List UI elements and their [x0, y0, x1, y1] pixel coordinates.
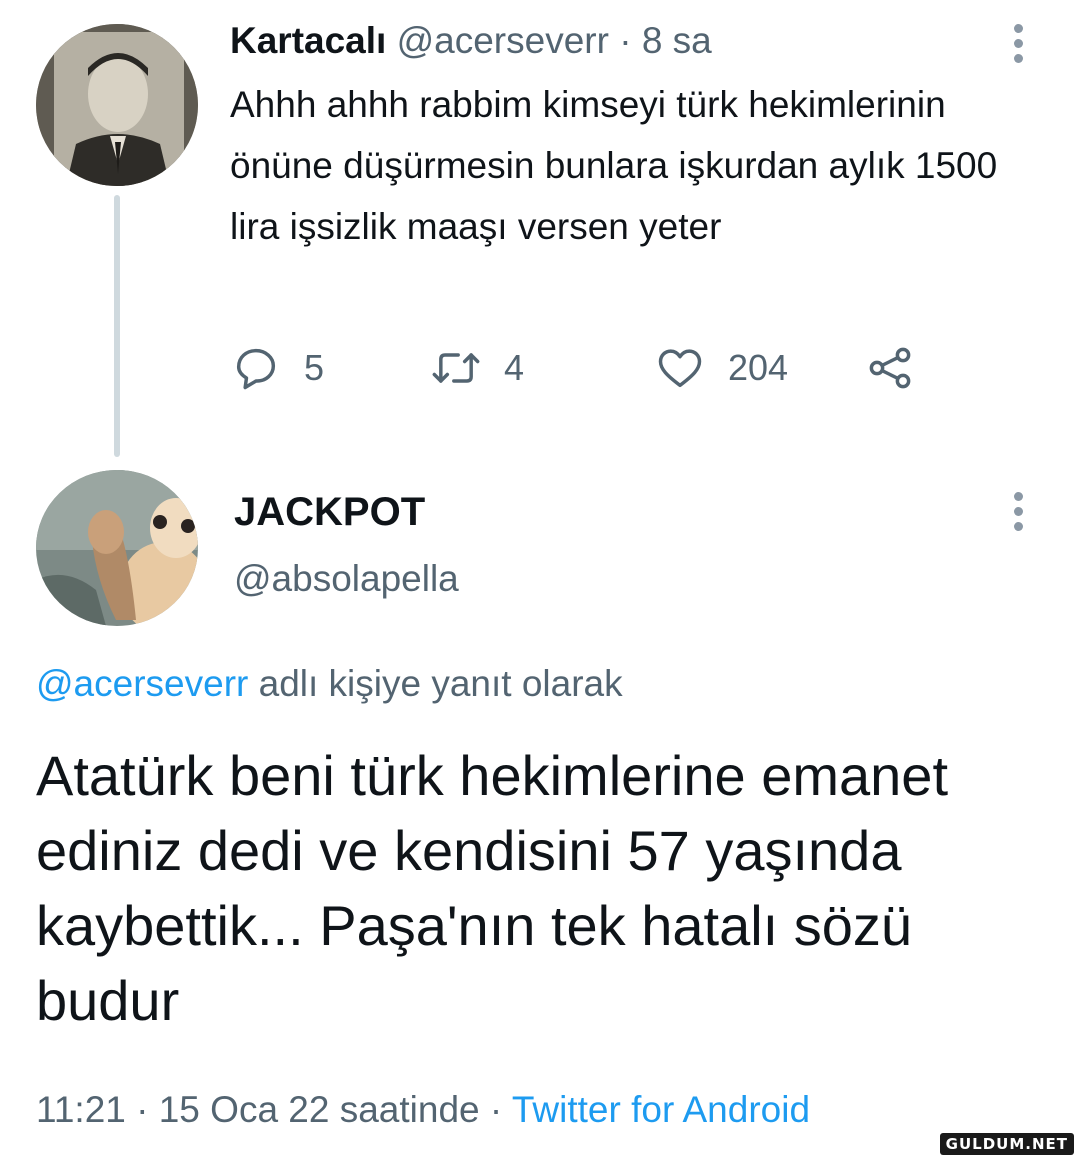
site-watermark: GULDUM.NET — [939, 1133, 1074, 1155]
header-separator: · — [619, 20, 632, 61]
retweet-count: 4 — [504, 347, 525, 388]
like-button[interactable]: 204 — [654, 340, 788, 396]
parent-tweet-header: Kartacalı @acerseverr · 8 sa — [230, 18, 712, 64]
parent-tweet-actions: 5 4 204 — [230, 340, 930, 396]
main-more-options-icon[interactable] — [1014, 492, 1026, 537]
main-tweet-text: Atatürk beni türk hekimlerine emanet edi… — [36, 744, 948, 1032]
main-author-avatar[interactable] — [36, 470, 198, 626]
reply-to-suffix: adlı kişiye yanıt olarak — [248, 663, 623, 704]
parent-author-avatar[interactable] — [36, 24, 198, 186]
parent-tweet-time[interactable]: 8 sa — [642, 20, 712, 61]
parent-author-name[interactable]: Kartacalı — [230, 20, 386, 61]
like-count: 204 — [728, 347, 789, 388]
reply-button[interactable]: 5 — [230, 340, 324, 396]
share-icon — [869, 347, 911, 389]
parent-tweet-text: Ahhh ahhh rabbim kimseyi türk hekimlerin… — [230, 84, 998, 247]
like-icon — [658, 349, 702, 388]
reply-to-handle-link[interactable]: @acerseverr — [36, 663, 248, 704]
parent-more-options-icon[interactable] — [1014, 24, 1026, 69]
tweet-source-link[interactable]: Twitter for Android — [512, 1089, 810, 1130]
replying-to-line: @acerseverr adlı kişiye yanıt olarak — [36, 660, 623, 708]
retweet-icon — [432, 353, 480, 383]
reply-count: 5 — [304, 347, 325, 388]
retweet-button[interactable]: 4 — [430, 340, 524, 396]
tweet-timestamp[interactable]: 11:21 · 15 Oca 22 saatinde · — [36, 1089, 512, 1130]
main-author-handle[interactable]: @absolapella — [234, 556, 459, 602]
tweet-meta: 11:21 · 15 Oca 22 saatinde · Twitter for… — [36, 1086, 810, 1134]
thread-connector-line — [114, 195, 120, 457]
reply-icon — [236, 348, 276, 390]
share-button[interactable] — [864, 340, 938, 396]
parent-author-handle[interactable]: @acerseverr — [397, 20, 609, 61]
main-author-name[interactable]: JACKPOT — [234, 488, 425, 536]
